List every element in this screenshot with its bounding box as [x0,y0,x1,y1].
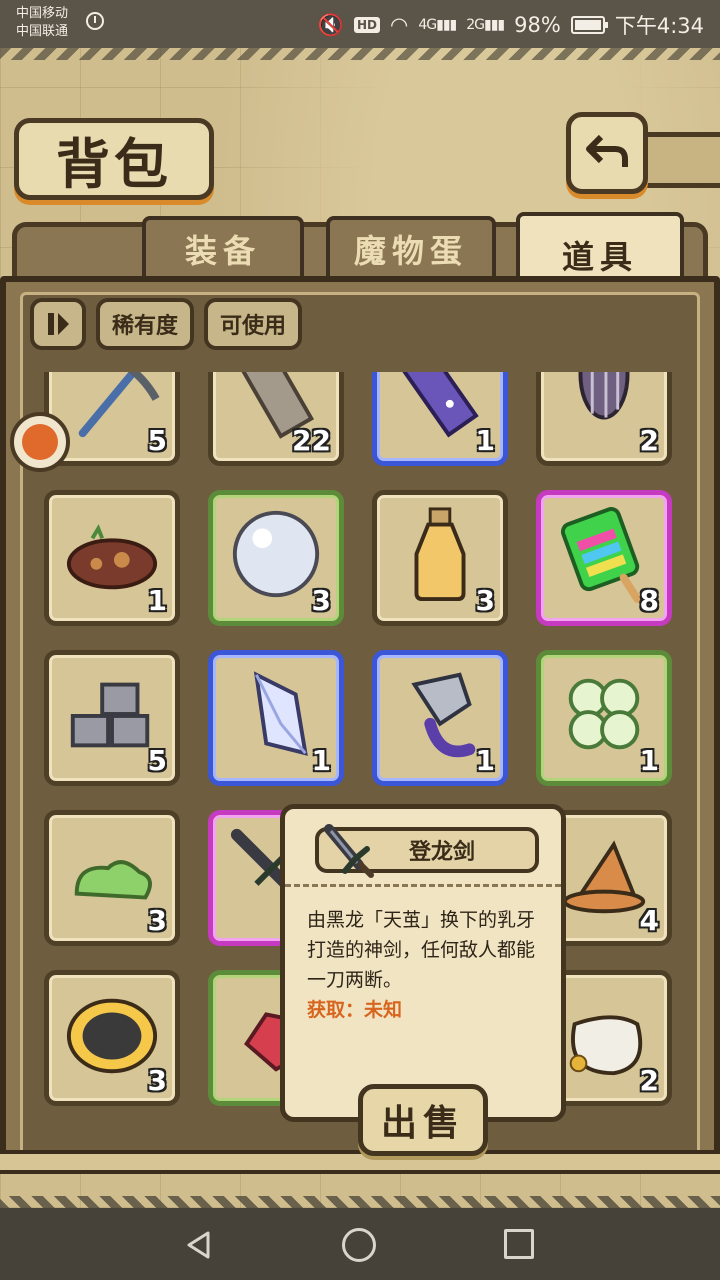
back-arrow-icon [586,134,628,167]
battery-percent: 98% [514,13,561,37]
alarm-icon [86,12,104,30]
item-slot-striped-seed[interactable]: 2 [536,372,672,466]
signal-2g: 2G▮▮▮ [466,17,505,33]
coin-sack-icon [569,1015,643,1076]
item-count: 1 [475,424,495,457]
top-border-decoration [0,48,720,60]
popup-header: 登龙剑 [285,809,561,887]
item-count: 1 [311,744,331,777]
item-count: 3 [147,904,167,937]
item-name: 登龙剑 [408,840,475,865]
pearl-icon [232,510,320,598]
item-slot-crystal-shard[interactable]: 1 [208,650,344,786]
filter-bar: 稀有度 可使用 [30,298,303,352]
clock: 下午4:34 [614,14,704,38]
sort-toggle-button[interactable] [30,298,86,350]
mute-icon: 🔇 [317,12,345,37]
tab-equipment-label: 装备 [184,232,261,270]
item-detail-popup: 登龙剑 由黑龙「天茧」换下的乳牙打造的神剑，任何敌人都能一刀两断。 获取：未知 [280,804,566,1122]
side-collapse-button[interactable] [10,412,70,472]
stone-blocks-icon [70,682,150,748]
item-count: 5 [147,744,167,777]
four-leaf-clover-icon [568,678,640,750]
wifi-icon: ◠ [390,13,409,37]
item-count: 3 [147,1064,167,1097]
hd-badge: HD [354,17,381,33]
dirt-pile-icon [66,524,158,590]
battery-icon [570,16,608,34]
item-count: 1 [475,744,495,777]
item-slot-starry-crystal[interactable]: 1 [372,372,508,466]
status-bar: 中国移动 中国联通 🔇 HD ◠ 4G▮▮▮ 2G▮▮▮ 98% 下午4:34 [0,0,720,48]
item-count: 1 [147,584,167,617]
tab-equipment[interactable]: 装备 [142,216,304,282]
item-count: 2 [639,1064,659,1097]
sell-button[interactable]: 出售 [358,1084,488,1156]
item-slot-dirt-pile[interactable]: 1 [44,490,180,626]
sort-icon [48,313,69,335]
armored-creature-icon [411,672,476,758]
item-slot-green-slime[interactable]: 3 [44,810,180,946]
title-plate: 背包 [14,118,214,200]
tab-monster-egg[interactable]: 魔物蛋 [326,216,496,282]
item-count: 3 [311,584,331,617]
starry-crystal-icon [395,372,479,438]
item-count: 8 [639,584,659,617]
pickaxe-icon [78,372,160,438]
item-slot-woven-nest[interactable]: 3 [44,970,180,1106]
nav-recent-icon[interactable] [504,1229,534,1259]
system-nav-bar [0,1208,720,1280]
striped-seed-icon [578,372,630,420]
item-source: 获取：未知 [307,999,403,1021]
carrier-2: 中国联通 [16,24,69,39]
item-slot-stone-pillar[interactable]: 22 [208,372,344,466]
crystal-shard-icon [253,671,308,756]
item-count: 3 [475,584,495,617]
carrier-1: 中国移动 [16,6,69,21]
item-count: 4 [639,904,659,937]
usable-filter-button[interactable]: 可使用 [204,298,303,350]
item-count: 22 [292,424,331,457]
back-button-rail [640,132,720,188]
item-slot-armored-creature[interactable]: 1 [372,650,508,786]
nav-home-icon[interactable] [342,1228,376,1262]
back-button[interactable] [566,112,648,194]
signal-4g: 4G▮▮▮ [418,17,457,33]
rarity-filter-button[interactable]: 稀有度 [96,298,195,350]
item-count: 5 [147,424,167,457]
item-slot-potion-bottle[interactable]: 3 [372,490,508,626]
sword-icon [324,824,374,878]
rainbow-popsicle-icon [560,507,642,603]
witch-hat-icon [562,840,646,914]
woven-nest-icon [66,998,158,1074]
tab-items-label: 道具 [561,238,638,276]
page-title: 背包 [56,131,172,196]
potion-bottle-icon [414,507,466,602]
green-slime-icon [74,860,152,900]
item-slot-stone-blocks[interactable]: 5 [44,650,180,786]
item-slot-pearl[interactable]: 3 [208,490,344,626]
status-icons: 🔇 HD ◠ 4G▮▮▮ 2G▮▮▮ 98% 下午4:34 [318,10,704,40]
carrier-info: 中国移动 中国联通 [16,5,68,41]
item-count: 1 [639,744,659,777]
nav-back-icon[interactable] [184,1230,214,1260]
tab-monster-egg-label: 魔物蛋 [353,232,468,270]
panel-bottom-edge [0,1150,720,1174]
item-count: 2 [639,424,659,457]
item-description: 由黑龙「天茧」换下的乳牙打造的神剑，任何敌人都能一刀两断。 [307,909,536,991]
item-slot-rainbow-popsicle[interactable]: 8 [536,490,672,626]
item-slot-four-leaf-clover[interactable]: 1 [536,650,672,786]
